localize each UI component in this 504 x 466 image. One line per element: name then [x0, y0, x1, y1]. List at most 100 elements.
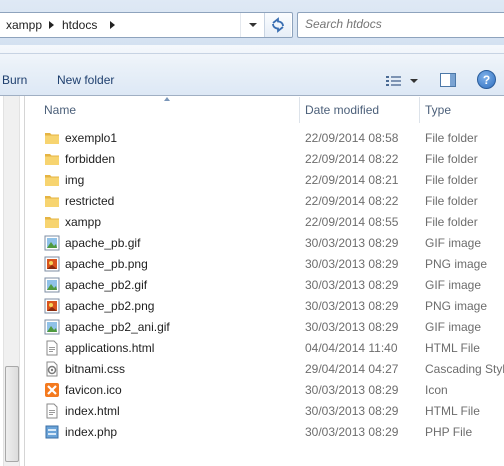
gif-image-icon	[44, 319, 60, 335]
file-date-modified: 30/03/2013 08:29	[305, 299, 399, 313]
file-date-modified: 22/09/2014 08:58	[305, 131, 399, 145]
folder-icon	[44, 151, 60, 167]
file-name: xampp	[65, 215, 102, 229]
column-header-date-modified[interactable]: Date modified	[300, 97, 420, 123]
file-name: apache_pb2_ani.gif	[65, 320, 170, 334]
breadcrumb-xampp[interactable]: xampp	[6, 18, 42, 32]
search-box[interactable]	[297, 12, 504, 38]
file-row[interactable]: xampp 22/09/2014 08:55 File folder	[39, 212, 504, 233]
file-row[interactable]: apache_pb.png 30/03/2013 08:29 PNG image	[39, 254, 504, 275]
preview-pane-button[interactable]	[440, 73, 456, 87]
file-name: img	[65, 173, 85, 187]
file-type: Icon	[425, 383, 448, 397]
file-row[interactable]: restricted 22/09/2014 08:22 File folder	[39, 191, 504, 212]
file-name: applications.html	[65, 341, 155, 355]
file-name: apache_pb2.png	[65, 299, 155, 313]
file-type: File folder	[425, 152, 478, 166]
file-date-modified: 22/09/2014 08:21	[305, 173, 399, 187]
file-row[interactable]: applications.html 04/04/2014 11:40 HTML Fi…	[39, 338, 504, 359]
file-date-modified: 22/09/2014 08:55	[305, 215, 399, 229]
gif-image-icon	[44, 277, 60, 293]
breadcrumb-separator-icon[interactable]	[110, 21, 115, 29]
file-type: HTML File	[425, 404, 480, 418]
file-row[interactable]: apache_pb.gif 30/03/2013 08:29 GIF image	[39, 233, 504, 254]
file-row[interactable]: exemplo1 22/09/2014 08:58 File folder	[39, 128, 504, 149]
file-date-modified: 30/03/2013 08:29	[305, 278, 399, 292]
html-file-icon	[44, 403, 60, 419]
html-file-icon	[44, 340, 60, 356]
gif-image-icon	[44, 235, 60, 251]
help-icon: ?	[482, 73, 491, 87]
scrollbar-thumb[interactable]	[5, 366, 19, 462]
css-file-icon	[44, 361, 60, 377]
folder-icon	[44, 130, 60, 146]
file-row[interactable]: forbidden 22/09/2014 08:22 File folder	[39, 149, 504, 170]
file-type: File folder	[425, 215, 478, 229]
change-view-button[interactable]	[386, 75, 418, 90]
file-date-modified: 22/09/2014 08:22	[305, 194, 399, 208]
file-row[interactable]: apache_pb2_ani.gif 30/03/2013 08:29 GIF im…	[39, 317, 504, 338]
file-date-modified: 30/03/2013 08:29	[305, 383, 399, 397]
column-header-type[interactable]: Type	[420, 97, 504, 123]
file-type: File folder	[425, 194, 478, 208]
file-date-modified: 22/09/2014 08:22	[305, 152, 399, 166]
details-view-icon	[386, 76, 401, 86]
file-date-modified: 29/04/2014 04:27	[305, 362, 399, 376]
file-date-modified: 04/04/2014 11:40	[305, 341, 398, 355]
address-region: xampp htdocs	[0, 0, 504, 45]
breadcrumb-htdocs[interactable]: htdocs	[62, 18, 97, 32]
file-name: apache_pb.png	[65, 257, 148, 271]
file-name: favicon.ico	[65, 383, 122, 397]
xampp-ico-icon	[44, 382, 60, 398]
file-date-modified: 30/03/2013 08:29	[305, 425, 399, 439]
png-image-icon	[44, 298, 60, 314]
sort-ascending-icon	[164, 97, 170, 101]
command-toolbar: Burn New folder ?	[0, 45, 504, 96]
file-name: index.html	[65, 404, 120, 418]
pane-divider[interactable]	[24, 96, 25, 466]
file-type: File folder	[425, 173, 478, 187]
address-bar[interactable]: xampp htdocs	[0, 12, 293, 38]
file-row[interactable]: index.html 30/03/2013 08:29 HTML File	[39, 401, 504, 422]
new-folder-button[interactable]: New folder	[57, 73, 114, 87]
folder-icon	[44, 214, 60, 230]
file-row[interactable]: img 22/09/2014 08:21 File folder	[39, 170, 504, 191]
file-row[interactable]: index.php 30/03/2013 08:29 PHP File	[39, 422, 504, 443]
file-name: restricted	[65, 194, 115, 208]
file-row[interactable]: apache_pb2.png 30/03/2013 08:29 PNG image	[39, 296, 504, 317]
file-type: File folder	[425, 131, 478, 145]
breadcrumb-separator-icon[interactable]	[49, 21, 54, 29]
file-date-modified: 30/03/2013 08:29	[305, 236, 399, 250]
folder-icon	[44, 172, 60, 188]
file-type: PNG image	[425, 299, 488, 313]
file-name: forbidden	[65, 152, 116, 166]
burn-button[interactable]: Burn	[2, 73, 27, 87]
file-name: exemplo1	[65, 131, 118, 145]
file-type: GIF image	[425, 236, 482, 250]
file-date-modified: 30/03/2013 08:29	[305, 257, 399, 271]
file-date-modified: 30/03/2013 08:29	[305, 404, 399, 418]
refresh-icon	[272, 17, 284, 33]
search-input[interactable]	[305, 17, 495, 31]
file-type: GIF image	[425, 320, 482, 334]
navigation-scrollbar[interactable]	[3, 96, 20, 466]
file-name: apache_pb.gif	[65, 236, 141, 250]
file-name: apache_pb2.gif	[65, 278, 148, 292]
file-type: HTML File	[425, 341, 480, 355]
file-type: PHP File	[425, 425, 473, 439]
file-date-modified: 30/03/2013 08:29	[305, 320, 399, 334]
file-row[interactable]: favicon.ico 30/03/2013 08:29 Icon	[39, 380, 504, 401]
png-image-icon	[44, 256, 60, 272]
file-type: GIF image	[425, 278, 482, 292]
address-history-dropdown[interactable]	[240, 13, 262, 37]
toolbar-divider	[0, 53, 504, 54]
file-type: Cascading Style	[425, 362, 504, 376]
file-row[interactable]: apache_pb2.gif 30/03/2013 08:29 GIF image	[39, 275, 504, 296]
file-name: bitnami.css	[65, 362, 126, 376]
refresh-button[interactable]	[264, 13, 291, 37]
file-type: PNG image	[425, 257, 488, 271]
file-row[interactable]: bitnami.css 29/04/2014 04:27 Cascading Sty…	[39, 359, 504, 380]
folder-icon	[44, 193, 60, 209]
help-button[interactable]: ?	[477, 70, 496, 89]
php-file-icon	[44, 424, 60, 440]
